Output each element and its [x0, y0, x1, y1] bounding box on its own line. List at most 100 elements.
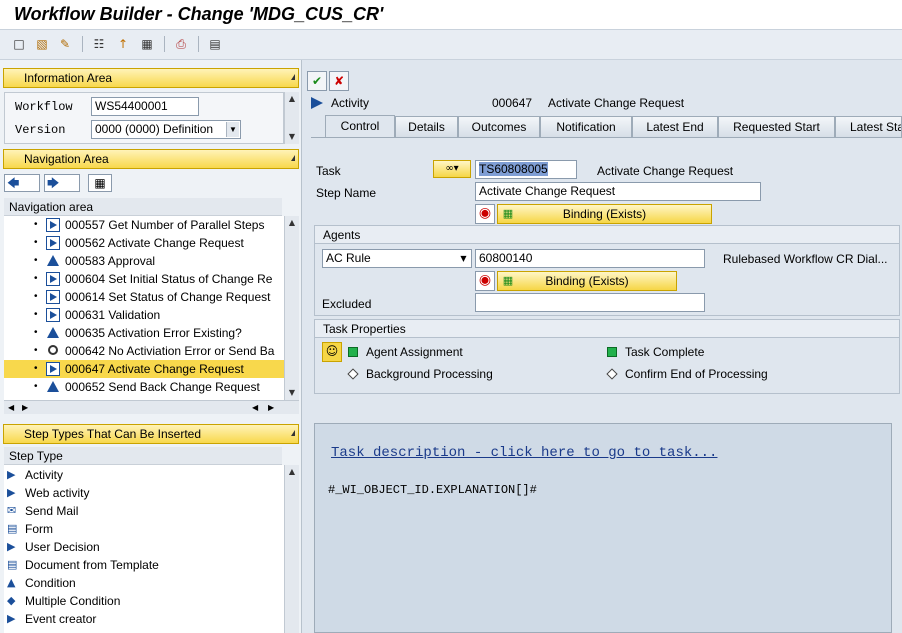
scroll-right-icon[interactable]: ▶ — [268, 401, 274, 414]
task-description-link[interactable]: Task description - click here to go to t… — [331, 445, 717, 461]
chevron-down-icon[interactable]: ▼ — [457, 251, 470, 266]
nav-hscrollbar[interactable]: ◀ ▶ ◀ ▶ — [4, 400, 299, 414]
nav-tree-item[interactable]: • 000635 Activation Error Existing? — [4, 324, 284, 342]
list-icon[interactable]: ▤ — [208, 37, 222, 51]
scroll-left-icon[interactable]: ◀ — [8, 401, 14, 414]
tab-requested-start[interactable]: Requested Start — [718, 116, 835, 137]
tree-bullet-icon: • — [34, 381, 38, 392]
task-complete-status-icon — [607, 347, 617, 357]
collapse-icon[interactable] — [291, 430, 295, 436]
nav-tree-item-label: 000583 Approval — [65, 254, 156, 268]
agent-rule-field[interactable]: 60800140 — [475, 249, 705, 268]
open-icon[interactable]: ▧ — [35, 37, 49, 51]
tab-control[interactable]: Control — [325, 115, 395, 138]
binding-button[interactable]: ▦ Binding (Exists) — [497, 204, 712, 224]
step-type-column-header: Step Type — [4, 447, 282, 465]
task-field[interactable]: TS60808005 — [475, 160, 577, 179]
step-type-label: Condition — [25, 576, 76, 590]
activity-icon — [46, 218, 60, 232]
background-processing-icon — [347, 368, 359, 380]
agent-type-select[interactable]: AC Rule ▼ — [322, 249, 472, 268]
excluded-label: Excluded — [322, 297, 372, 311]
nav-tree-item-label: 000631 Validation — [65, 308, 161, 322]
nav-tree: • 000557 Get Number of Parallel Steps • 000… — [4, 216, 284, 400]
tab-notification[interactable]: Notification — [540, 116, 632, 137]
nav-tree-item-label: 000647 Activate Change Request — [65, 362, 244, 376]
tab-outcomes[interactable]: Outcomes — [458, 116, 540, 137]
nav-tree-item[interactable]: • 000583 Approval — [4, 252, 284, 270]
info-area-header[interactable]: Information Area — [3, 68, 299, 88]
step-type-label: Send Mail — [25, 504, 79, 518]
scroll-up-icon[interactable]: ▲ — [287, 467, 297, 477]
delete-agent-binding-icon[interactable]: ◉ — [475, 271, 495, 291]
left-pane: Information Area Workflow WS54400001 Ver… — [0, 60, 302, 633]
nav-tree-item-label: 000557 Get Number of Parallel Steps — [65, 218, 265, 232]
tab-latest-end[interactable]: Latest End — [632, 116, 718, 137]
nav-area-title: Navigation Area — [24, 152, 109, 166]
activity-icon — [46, 272, 60, 286]
agent-binding-button[interactable]: ▦ Binding (Exists) — [497, 271, 677, 291]
scroll-left-icon[interactable]: ◀ — [252, 401, 258, 414]
scroll-down-icon[interactable]: ▼ — [287, 132, 297, 142]
task-search-icon[interactable]: ∞▾ — [433, 160, 471, 178]
pin-icon[interactable]: ↑ — [116, 37, 130, 51]
scroll-down-icon[interactable]: ▼ — [287, 388, 297, 398]
settings-icon[interactable]: ✎ — [58, 37, 72, 51]
step-name-label: Step Name — [316, 186, 377, 200]
agent-assignment-icon[interactable]: ☺ — [322, 342, 342, 362]
toolbar-separator — [82, 36, 83, 52]
step-type-label: Document from Template — [25, 558, 159, 572]
toolbar-separator — [164, 36, 165, 52]
nav-tree-item[interactable]: • 000647 Activate Change Request — [4, 360, 284, 378]
send-mail-icon: ✉ — [7, 504, 17, 517]
nav-tree-item[interactable]: • 000562 Activate Change Request — [4, 234, 284, 252]
title-bar: Workflow Builder - Change 'MDG_CUS_CR' — [0, 0, 902, 30]
form-icon: ▤ — [7, 522, 18, 535]
cancel-button[interactable]: ✘ — [329, 71, 349, 91]
nav-tree-item[interactable]: • 000604 Set Initial Status of Change Re — [4, 270, 284, 288]
collapse-icon[interactable] — [291, 74, 295, 80]
version-select[interactable]: 0000 (0000) Definition ▼ — [91, 120, 241, 139]
nav-tree-item-label: 000604 Set Initial Status of Change Re — [65, 272, 273, 286]
step-type-label: Activity — [25, 468, 64, 482]
application-toolbar: □ ▧ ✎ ☷ ↑ ▦ ⎙ ▤ — [0, 30, 902, 60]
excluded-field[interactable] — [475, 293, 705, 312]
condition-icon: ▲ — [7, 576, 16, 589]
workflow-field[interactable]: WS54400001 — [91, 97, 199, 116]
collapse-icon[interactable] — [291, 155, 295, 161]
nav-tree-item[interactable]: • 000557 Get Number of Parallel Steps — [4, 216, 284, 234]
condition-icon — [46, 344, 60, 358]
new-icon[interactable]: □ — [12, 37, 26, 51]
nav-scrollbar[interactable]: ▲ ▼ — [284, 216, 299, 400]
web-activity-icon: ▶ — [7, 486, 16, 499]
tree-icon[interactable]: ▦ — [88, 174, 112, 192]
print-icon[interactable]: ⎙ — [174, 37, 188, 51]
task-label: Task — [316, 164, 341, 178]
scroll-up-icon[interactable]: ▲ — [287, 94, 297, 104]
tab-details[interactable]: Details — [395, 116, 458, 137]
tab-latest-start[interactable]: Latest Sta — [835, 116, 902, 137]
scroll-up-icon[interactable]: ▲ — [287, 218, 297, 228]
step-type-scrollbar[interactable]: ▲ — [284, 465, 299, 633]
step-types-header[interactable]: Step Types That Can Be Inserted — [3, 424, 299, 444]
org-icon[interactable]: ☷ — [92, 37, 106, 51]
step-types-title: Step Types That Can Be Inserted — [24, 427, 201, 441]
step-name-field[interactable]: Activate Change Request — [475, 182, 761, 201]
task-text: Activate Change Request — [597, 164, 734, 178]
info-scrollbar[interactable]: ▲ ▼ — [284, 92, 299, 144]
nav-tree-item[interactable]: • 000642 No Activiation Error or Send Ba — [4, 342, 284, 360]
forward-icon[interactable]: 🡆 — [44, 174, 80, 192]
nav-area-header[interactable]: Navigation Area — [3, 149, 299, 169]
step-type-label: Multiple Condition — [25, 594, 121, 608]
delete-binding-icon[interactable]: ◉ — [475, 204, 495, 224]
back-icon[interactable]: 🡄 — [4, 174, 40, 192]
nav-tree-item[interactable]: • 000631 Validation — [4, 306, 284, 324]
confirm-button[interactable]: ✔ — [307, 71, 327, 91]
multiple-condition-icon: ◆ — [7, 594, 16, 607]
grid-icon[interactable]: ▦ — [140, 37, 154, 51]
step-type-label: User Decision — [25, 540, 100, 554]
chevron-down-icon[interactable]: ▼ — [226, 122, 239, 137]
nav-tree-item[interactable]: • 000652 Send Back Change Request — [4, 378, 284, 396]
scroll-right-icon[interactable]: ▶ — [22, 401, 28, 414]
nav-tree-item[interactable]: • 000614 Set Status of Change Request — [4, 288, 284, 306]
